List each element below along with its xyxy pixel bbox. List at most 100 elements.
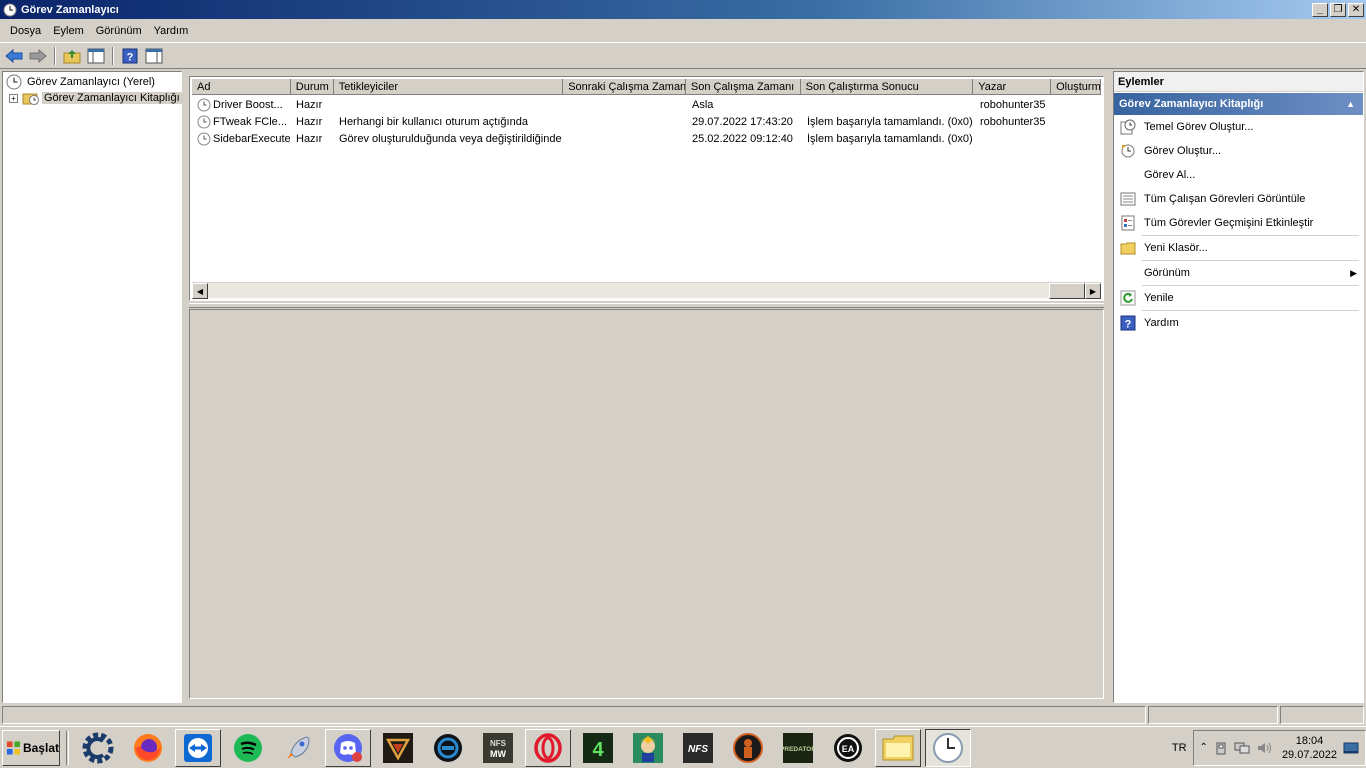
up-folder-button[interactable]: [61, 45, 83, 67]
taskbar-nfs-mw[interactable]: NFS MW: [475, 729, 521, 767]
tree-item-label: Görev Zamanlayıcı (Yerel): [27, 76, 155, 88]
back-button[interactable]: [3, 45, 25, 67]
taskbar-game-launcher-1[interactable]: [375, 729, 421, 767]
action-enable-history[interactable]: Tüm Görevler Geçmişini Etkinleştir: [1114, 211, 1363, 235]
svg-text:NFS: NFS: [490, 739, 507, 748]
task-last-run: 25.02.2022 09:12:40: [692, 132, 793, 145]
taskbar-predator[interactable]: PREDATOR: [775, 729, 821, 767]
tree-item-root[interactable]: Görev Zamanlayıcı (Yerel): [6, 74, 157, 90]
show-hide-tree-button[interactable]: [85, 45, 107, 67]
clock[interactable]: 18:04 29.07.2022: [1282, 734, 1337, 762]
column-header-triggers[interactable]: Tetikleyiciler: [333, 79, 564, 95]
status-bar: [0, 705, 1366, 725]
column-header-name[interactable]: Ad: [192, 79, 291, 95]
scroll-right-button[interactable]: ▶: [1085, 283, 1101, 299]
forward-button[interactable]: [27, 45, 49, 67]
volume-icon[interactable]: [1256, 741, 1272, 755]
show-hidden-icons-icon[interactable]: ⌃: [1200, 742, 1208, 753]
scroll-left-button[interactable]: ◀: [192, 283, 208, 299]
task-status: Hazır: [296, 98, 323, 111]
column-header-created[interactable]: Oluşturm: [1051, 79, 1101, 95]
taskbar-opera[interactable]: [525, 728, 571, 767]
system-tray: ⌃ 18:04 29.07.2022: [1192, 729, 1366, 766]
submenu-arrow-icon: ▶: [1350, 267, 1357, 278]
action-display-running-tasks[interactable]: Tüm Çalışan Görevleri Görüntüle: [1114, 187, 1363, 211]
forward-arrow-icon: [29, 49, 47, 63]
show-desktop-icon[interactable]: [1343, 741, 1359, 755]
column-header-author[interactable]: Yazar: [973, 79, 1052, 95]
action-label: Tüm Görevler Geçmişini Etkinleştir: [1144, 217, 1314, 229]
column-header-status[interactable]: Durum: [290, 79, 334, 95]
column-header-last-result[interactable]: Son Çalıştırma Sonucu: [800, 79, 974, 95]
clock-icon: [933, 732, 963, 763]
menu-action[interactable]: Eylem: [47, 25, 90, 37]
action-label: Temel Görev Oluştur...: [1144, 121, 1254, 133]
rocket-icon: [287, 735, 310, 759]
action-create-basic-task[interactable]: Temel Görev Oluştur...: [1114, 115, 1363, 139]
taskbar-nfs[interactable]: NFS: [675, 729, 721, 767]
console-tree-icon: [87, 48, 105, 64]
collapse-icon[interactable]: ▲: [1346, 99, 1355, 109]
scroll-thumb[interactable]: [1049, 283, 1085, 299]
table-row[interactable]: FTweak FCle... Hazır Herhangi bir kullan…: [192, 113, 1101, 130]
close-button[interactable]: ✕: [1348, 2, 1364, 17]
actions-section-header[interactable]: Görev Zamanlayıcı Kitaplığı ▲: [1114, 93, 1363, 115]
cheat-engine-icon: [82, 732, 114, 763]
action-label: Tüm Çalışan Görevleri Görüntüle: [1144, 193, 1306, 205]
action-create-task[interactable]: Görev Oluştur...: [1114, 139, 1363, 163]
taskbar-game-launcher-5[interactable]: [725, 729, 771, 767]
menu-help[interactable]: Yardım: [148, 25, 195, 37]
safely-remove-hardware-icon[interactable]: [1214, 741, 1228, 755]
taskbar-cheat-engine[interactable]: [75, 729, 121, 767]
taskbar-teamviewer[interactable]: [175, 728, 221, 767]
action-import-task[interactable]: Görev Al...: [1114, 163, 1363, 187]
taskbar-game-launcher-2[interactable]: [425, 729, 471, 767]
taskbar-ea-sports[interactable]: EA: [825, 729, 871, 767]
menu-view[interactable]: Görünüm: [90, 25, 148, 37]
restore-button[interactable]: ❐: [1330, 2, 1346, 17]
action-label: Yenile: [1144, 292, 1174, 304]
show-hide-action-pane-button[interactable]: [143, 45, 165, 67]
action-help[interactable]: ? Yardım: [1114, 311, 1363, 335]
action-refresh[interactable]: Yenile: [1114, 286, 1363, 310]
minimize-button[interactable]: _: [1312, 2, 1328, 17]
action-label: Görev Al...: [1144, 169, 1196, 181]
folder-icon: [882, 735, 914, 760]
expand-toggle[interactable]: +: [9, 93, 18, 103]
taskbar-task-scheduler[interactable]: [925, 728, 971, 767]
tree-item-library[interactable]: + Görev Zamanlayıcı Kitaplığı: [9, 90, 182, 106]
action-view[interactable]: Görünüm ▶: [1114, 261, 1363, 285]
taskbar-rocket-app[interactable]: [275, 729, 321, 767]
game-emblem-icon: [383, 732, 413, 763]
scroll-track[interactable]: [208, 283, 1049, 298]
horizontal-scrollbar[interactable]: ◀ ▶: [192, 282, 1101, 299]
taskbar-firefox[interactable]: [125, 729, 171, 767]
table-row[interactable]: SidebarExecute Hazır Görev oluşturulduğu…: [192, 130, 1101, 147]
action-pane-icon: [145, 48, 163, 64]
taskbar-file-explorer[interactable]: [875, 728, 921, 767]
title-bar: Görev Zamanlayıcı _ ❐ ✕: [0, 0, 1366, 19]
pane-splitter[interactable]: [189, 303, 1104, 308]
menu-file[interactable]: Dosya: [4, 25, 47, 37]
svg-text:EA: EA: [842, 744, 855, 754]
column-header-last-run[interactable]: Son Çalışma Zamanı: [685, 79, 801, 95]
column-header-next-run[interactable]: Sonraki Çalışma Zamanı: [563, 79, 686, 95]
task-triggers: Görev oluşturulduğunda veya değiştirildi…: [339, 132, 562, 145]
start-button[interactable]: Başlat: [2, 729, 60, 766]
taskbar-game-launcher-3[interactable]: 4: [575, 729, 621, 767]
taskbar-discord[interactable]: [325, 728, 371, 767]
firefox-icon: [134, 733, 162, 762]
action-new-folder[interactable]: Yeni Klasör...: [1114, 236, 1363, 260]
language-indicator[interactable]: TR: [1172, 742, 1187, 754]
task-name-cell: Driver Boost...: [192, 98, 291, 112]
help-button[interactable]: ?: [119, 45, 141, 67]
taskbar-game-launcher-4[interactable]: [625, 729, 671, 767]
toolbar-separator: [54, 47, 56, 65]
soldier-game-icon: [733, 732, 763, 763]
table-row[interactable]: Driver Boost... Hazır Asla robohunter35: [192, 96, 1101, 113]
network-icon[interactable]: [1234, 741, 1250, 755]
actions-title: Eylemler: [1114, 72, 1363, 92]
taskbar-spotify[interactable]: [225, 729, 271, 767]
task-last-run: Asla: [692, 98, 714, 111]
status-cell: [1148, 706, 1278, 724]
